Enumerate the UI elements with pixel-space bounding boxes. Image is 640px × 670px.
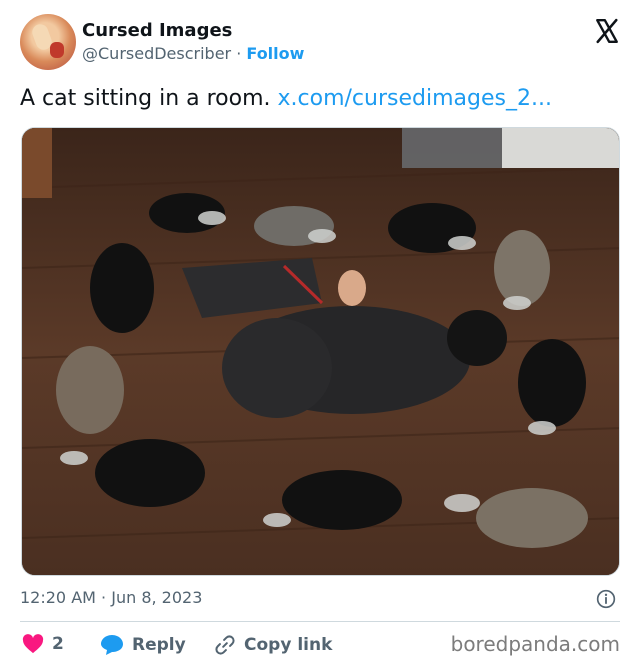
like-button[interactable]: 2 xyxy=(22,634,64,654)
photo-illustration xyxy=(22,128,619,575)
copy-link-label: Copy link xyxy=(244,635,333,655)
reply-label: Reply xyxy=(132,635,186,655)
x-logo-icon[interactable] xyxy=(594,18,620,44)
meta-separator: · xyxy=(101,588,107,607)
author-name[interactable]: Cursed Images xyxy=(82,20,232,41)
divider xyxy=(20,621,620,622)
tweet-date: Jun 8, 2023 xyxy=(111,588,203,607)
reply-bubble-icon xyxy=(101,635,123,655)
link-icon xyxy=(215,635,235,655)
heart-icon xyxy=(22,634,44,654)
tweet-body: A cat sitting in a room. xyxy=(20,86,271,111)
handle-separator: · xyxy=(236,44,242,63)
avatar[interactable] xyxy=(20,14,76,70)
tweet-photo[interactable] xyxy=(21,127,620,576)
copy-link-button[interactable]: Copy link xyxy=(214,634,332,656)
author-handle[interactable]: @CursedDescriber xyxy=(82,44,231,63)
tweet-text: A cat sitting in a room. x.com/cursedima… xyxy=(20,86,552,111)
tweet-timestamp[interactable]: 12:20 AM · Jun 8, 2023 xyxy=(20,588,202,607)
follow-button[interactable]: Follow xyxy=(246,44,304,63)
tweet-time: 12:20 AM xyxy=(20,588,96,607)
tweet-link[interactable]: x.com/cursedimages_2... xyxy=(278,86,552,111)
like-count: 2 xyxy=(52,634,64,654)
tweet-actions: 2 Reply Copy link boredpanda.com xyxy=(20,632,624,658)
tweet-header: Cursed Images @CursedDescriber · Follow xyxy=(20,14,624,74)
watermark: boredpanda.com xyxy=(450,632,620,656)
info-icon[interactable] xyxy=(596,589,616,609)
author-handle-row: @CursedDescriber · Follow xyxy=(82,44,304,63)
reply-button[interactable]: Reply xyxy=(100,634,186,656)
